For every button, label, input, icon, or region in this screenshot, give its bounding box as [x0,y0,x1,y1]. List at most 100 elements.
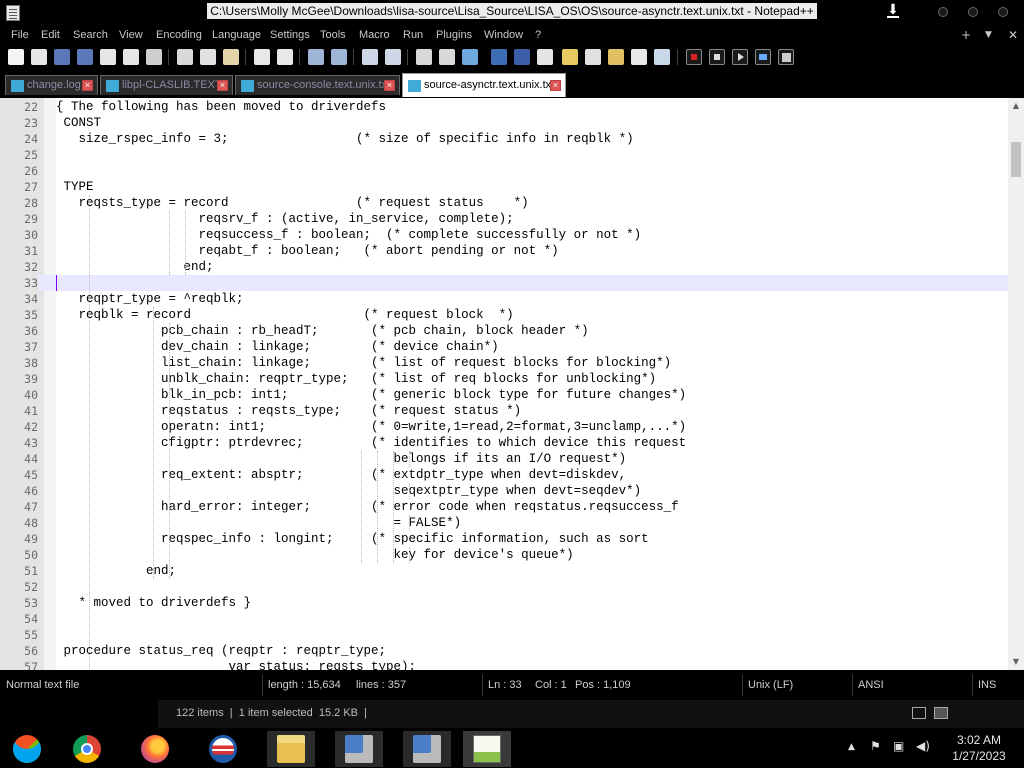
close-window-button[interactable] [998,7,1008,17]
code-line[interactable]: 54 [0,611,1008,627]
code-line[interactable]: 24 size_rspec_info = 3; (* size of speci… [0,131,1008,147]
scrollbar-thumb[interactable] [1011,142,1021,177]
code-line[interactable]: 52 [0,579,1008,595]
code-line[interactable]: 23 CONST [0,115,1008,131]
network-setup-taskbar-button[interactable] [335,731,383,767]
vertical-scrollbar[interactable]: ▲ ▼ [1008,98,1024,670]
function-list-icon[interactable] [585,49,601,65]
eye-icon[interactable] [654,49,670,65]
code-line[interactable]: 55 [0,627,1008,643]
code-line[interactable]: 29 reqsrv_f : (active, in_service, compl… [0,211,1008,227]
text-editor[interactable]: 22 { The following has been moved to driv… [0,98,1008,670]
record-macro-icon[interactable] [686,49,702,65]
copy-icon[interactable] [200,49,216,65]
close-icon[interactable] [100,49,116,65]
tab-close-icon[interactable]: × [82,80,93,91]
paste-icon[interactable] [223,49,239,65]
cut-icon[interactable] [177,49,193,65]
menu-macro[interactable]: Macro [359,29,390,41]
run-macro-multiple-icon[interactable] [755,49,771,65]
new-file-icon[interactable] [8,49,24,65]
menu-search[interactable]: Search [73,29,108,41]
code-line[interactable]: 38 list_chain: linkage; (* list of reque… [0,355,1008,371]
scroll-down-arrow-icon[interactable]: ▼ [1008,654,1024,670]
code-line[interactable]: 41 reqstatus : reqsts_type; (* request s… [0,403,1008,419]
code-line[interactable]: 36 pcb_chain : rb_headT; (* pcb chain, b… [0,323,1008,339]
save-icon[interactable] [54,49,70,65]
code-line[interactable]: 44 belongs if its an I/O request*) [0,451,1008,467]
tab-libpl-claslib[interactable]: libpl-CLASLIB.TEXT × [100,75,233,95]
code-line[interactable]: 51 end; [0,563,1008,579]
download-arrow-icon[interactable]: ⬇ [886,2,900,18]
folder-workspace-icon[interactable] [608,49,624,65]
monitoring-icon[interactable] [631,49,647,65]
file-explorer-taskbar-button[interactable] [267,731,315,767]
code-line[interactable]: 34 reqptr_type = ^reqblk; [0,291,1008,307]
tab-list-dropdown-icon[interactable]: ▼ [985,30,992,40]
stop-record-icon[interactable] [709,49,725,65]
zoom-in-icon[interactable] [362,49,378,65]
indent-guide-icon[interactable] [514,49,530,65]
chevron-up-icon[interactable]: ▲ [848,742,855,752]
tab-source-console[interactable]: source-console.text.unix.txt × [235,75,400,95]
network-icon[interactable]: ▣ [893,739,904,753]
code-line[interactable]: 46 seqextptr_type when devt=seqdev*) [0,483,1008,499]
close-all-icon[interactable] [123,49,139,65]
save-all-icon[interactable] [77,49,93,65]
code-line[interactable]: 49 reqspec_info : longint; (* specific i… [0,531,1008,547]
menu-settings[interactable]: Settings [270,29,310,41]
menu-plugins[interactable]: Plugins [436,29,472,41]
flag-icon[interactable]: ⚑ [870,739,881,753]
code-line[interactable]: 39 unblk_chain: reqptr_type; (* list of … [0,371,1008,387]
code-line[interactable]: 42 operatn: int1; (* 0=write,1=read,2=fo… [0,419,1008,435]
redo-icon[interactable] [277,49,293,65]
close-doc-icon[interactable]: ✕ [1008,28,1018,42]
code-line[interactable]: 35 reqblk = record (* request block *) [0,307,1008,323]
show-all-chars-icon[interactable] [491,49,507,65]
network-setup-taskbar-button-2[interactable] [403,731,451,767]
maximize-button[interactable] [968,7,978,17]
menu-window[interactable]: Window [484,29,523,41]
doc-map-icon[interactable] [562,49,578,65]
menu-view[interactable]: View [119,29,143,41]
volume-icon[interactable]: ◀) [916,739,930,753]
code-line[interactable]: 26 [0,163,1008,179]
menu-encoding[interactable]: Encoding [156,29,202,41]
tab-close-icon[interactable]: × [217,80,228,91]
tab-source-asynctr[interactable]: source-asynctr.text.unix.txt × [402,73,566,97]
code-line[interactable]: 31 reqabt_f : boolean; (* abort pending … [0,243,1008,259]
open-file-icon[interactable] [31,49,47,65]
menu-tools[interactable]: Tools [320,29,346,41]
notepad-plus-plus-taskbar-button[interactable] [463,731,511,767]
code-line[interactable]: 43 cfigptr: ptrdevrec; (* identifies to … [0,435,1008,451]
tab-close-icon[interactable]: × [384,80,395,91]
menu-help[interactable]: ? [535,29,541,41]
code-line[interactable]: 45 req_extent: absptr; (* extdptr_type w… [0,467,1008,483]
undo-icon[interactable] [254,49,270,65]
sync-vertical-icon[interactable] [416,49,432,65]
code-line[interactable]: 28 reqsts_type = record (* request statu… [0,195,1008,211]
code-line[interactable]: 27 TYPE [0,179,1008,195]
code-line[interactable]: 40 blk_in_pcb: int1; (* generic block ty… [0,387,1008,403]
details-view-icon[interactable] [912,707,926,719]
play-macro-icon[interactable] [732,49,748,65]
code-line[interactable]: 32 end; [0,259,1008,275]
menu-file[interactable]: File [11,29,29,41]
menu-edit[interactable]: Edit [41,29,60,41]
code-line[interactable]: 30 reqsuccess_f : boolean; (* complete s… [0,227,1008,243]
clock[interactable]: 3:02 AM 1/27/2023 [935,732,1023,764]
chrome-taskbar-button[interactable] [63,731,111,767]
find-icon[interactable] [308,49,324,65]
menu-run[interactable]: Run [403,29,423,41]
print-icon[interactable] [146,49,162,65]
code-line[interactable]: 25 [0,147,1008,163]
new-tab-plus-icon[interactable]: + [961,28,971,42]
replace-icon[interactable] [331,49,347,65]
code-line[interactable]: 33 [0,275,1008,291]
menu-language[interactable]: Language [212,29,261,41]
minimize-button[interactable] [938,7,948,17]
code-line[interactable]: 48 = FALSE*) [0,515,1008,531]
code-line[interactable]: 47 hard_error: integer; (* error code wh… [0,499,1008,515]
scroll-up-arrow-icon[interactable]: ▲ [1008,98,1024,114]
windows-start-button[interactable] [3,731,51,767]
